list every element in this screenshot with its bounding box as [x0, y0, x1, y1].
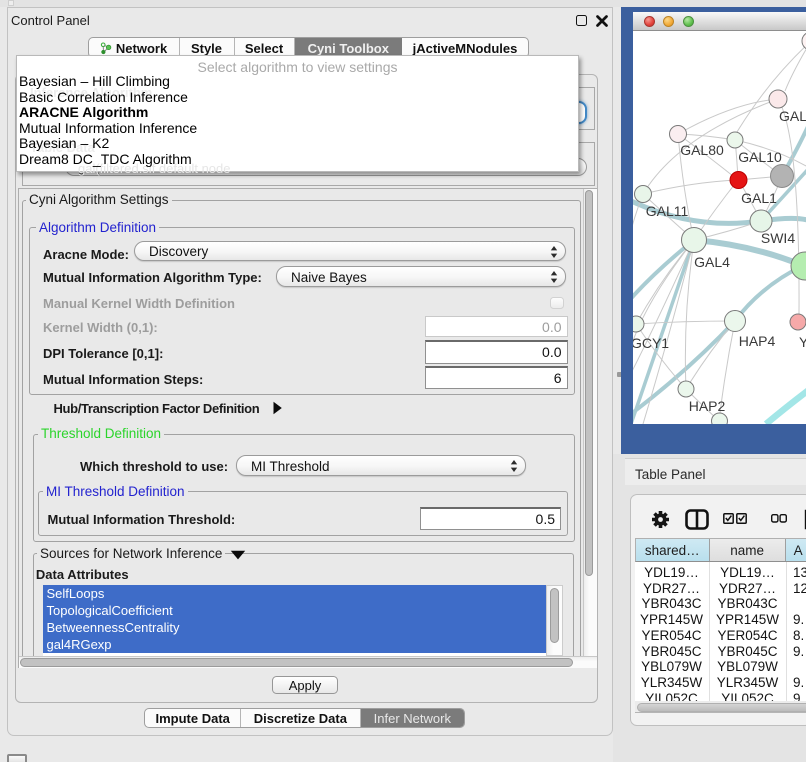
svg-text:YJ: YJ	[799, 334, 806, 350]
svg-text:GCY1: GCY1	[633, 335, 669, 351]
svg-text:SWI4: SWI4	[761, 230, 795, 246]
svg-text:HAP2: HAP2	[689, 398, 726, 414]
svg-text:GAL7: GAL7	[779, 108, 806, 124]
svg-text:GAL1: GAL1	[741, 190, 777, 206]
svg-text:GAL80: GAL80	[680, 142, 724, 158]
svg-text:GAL10: GAL10	[738, 149, 782, 165]
svg-text:GAL4: GAL4	[694, 254, 730, 270]
svg-text:GAL11: GAL11	[646, 203, 689, 219]
svg-text:HAP4: HAP4	[739, 333, 776, 349]
